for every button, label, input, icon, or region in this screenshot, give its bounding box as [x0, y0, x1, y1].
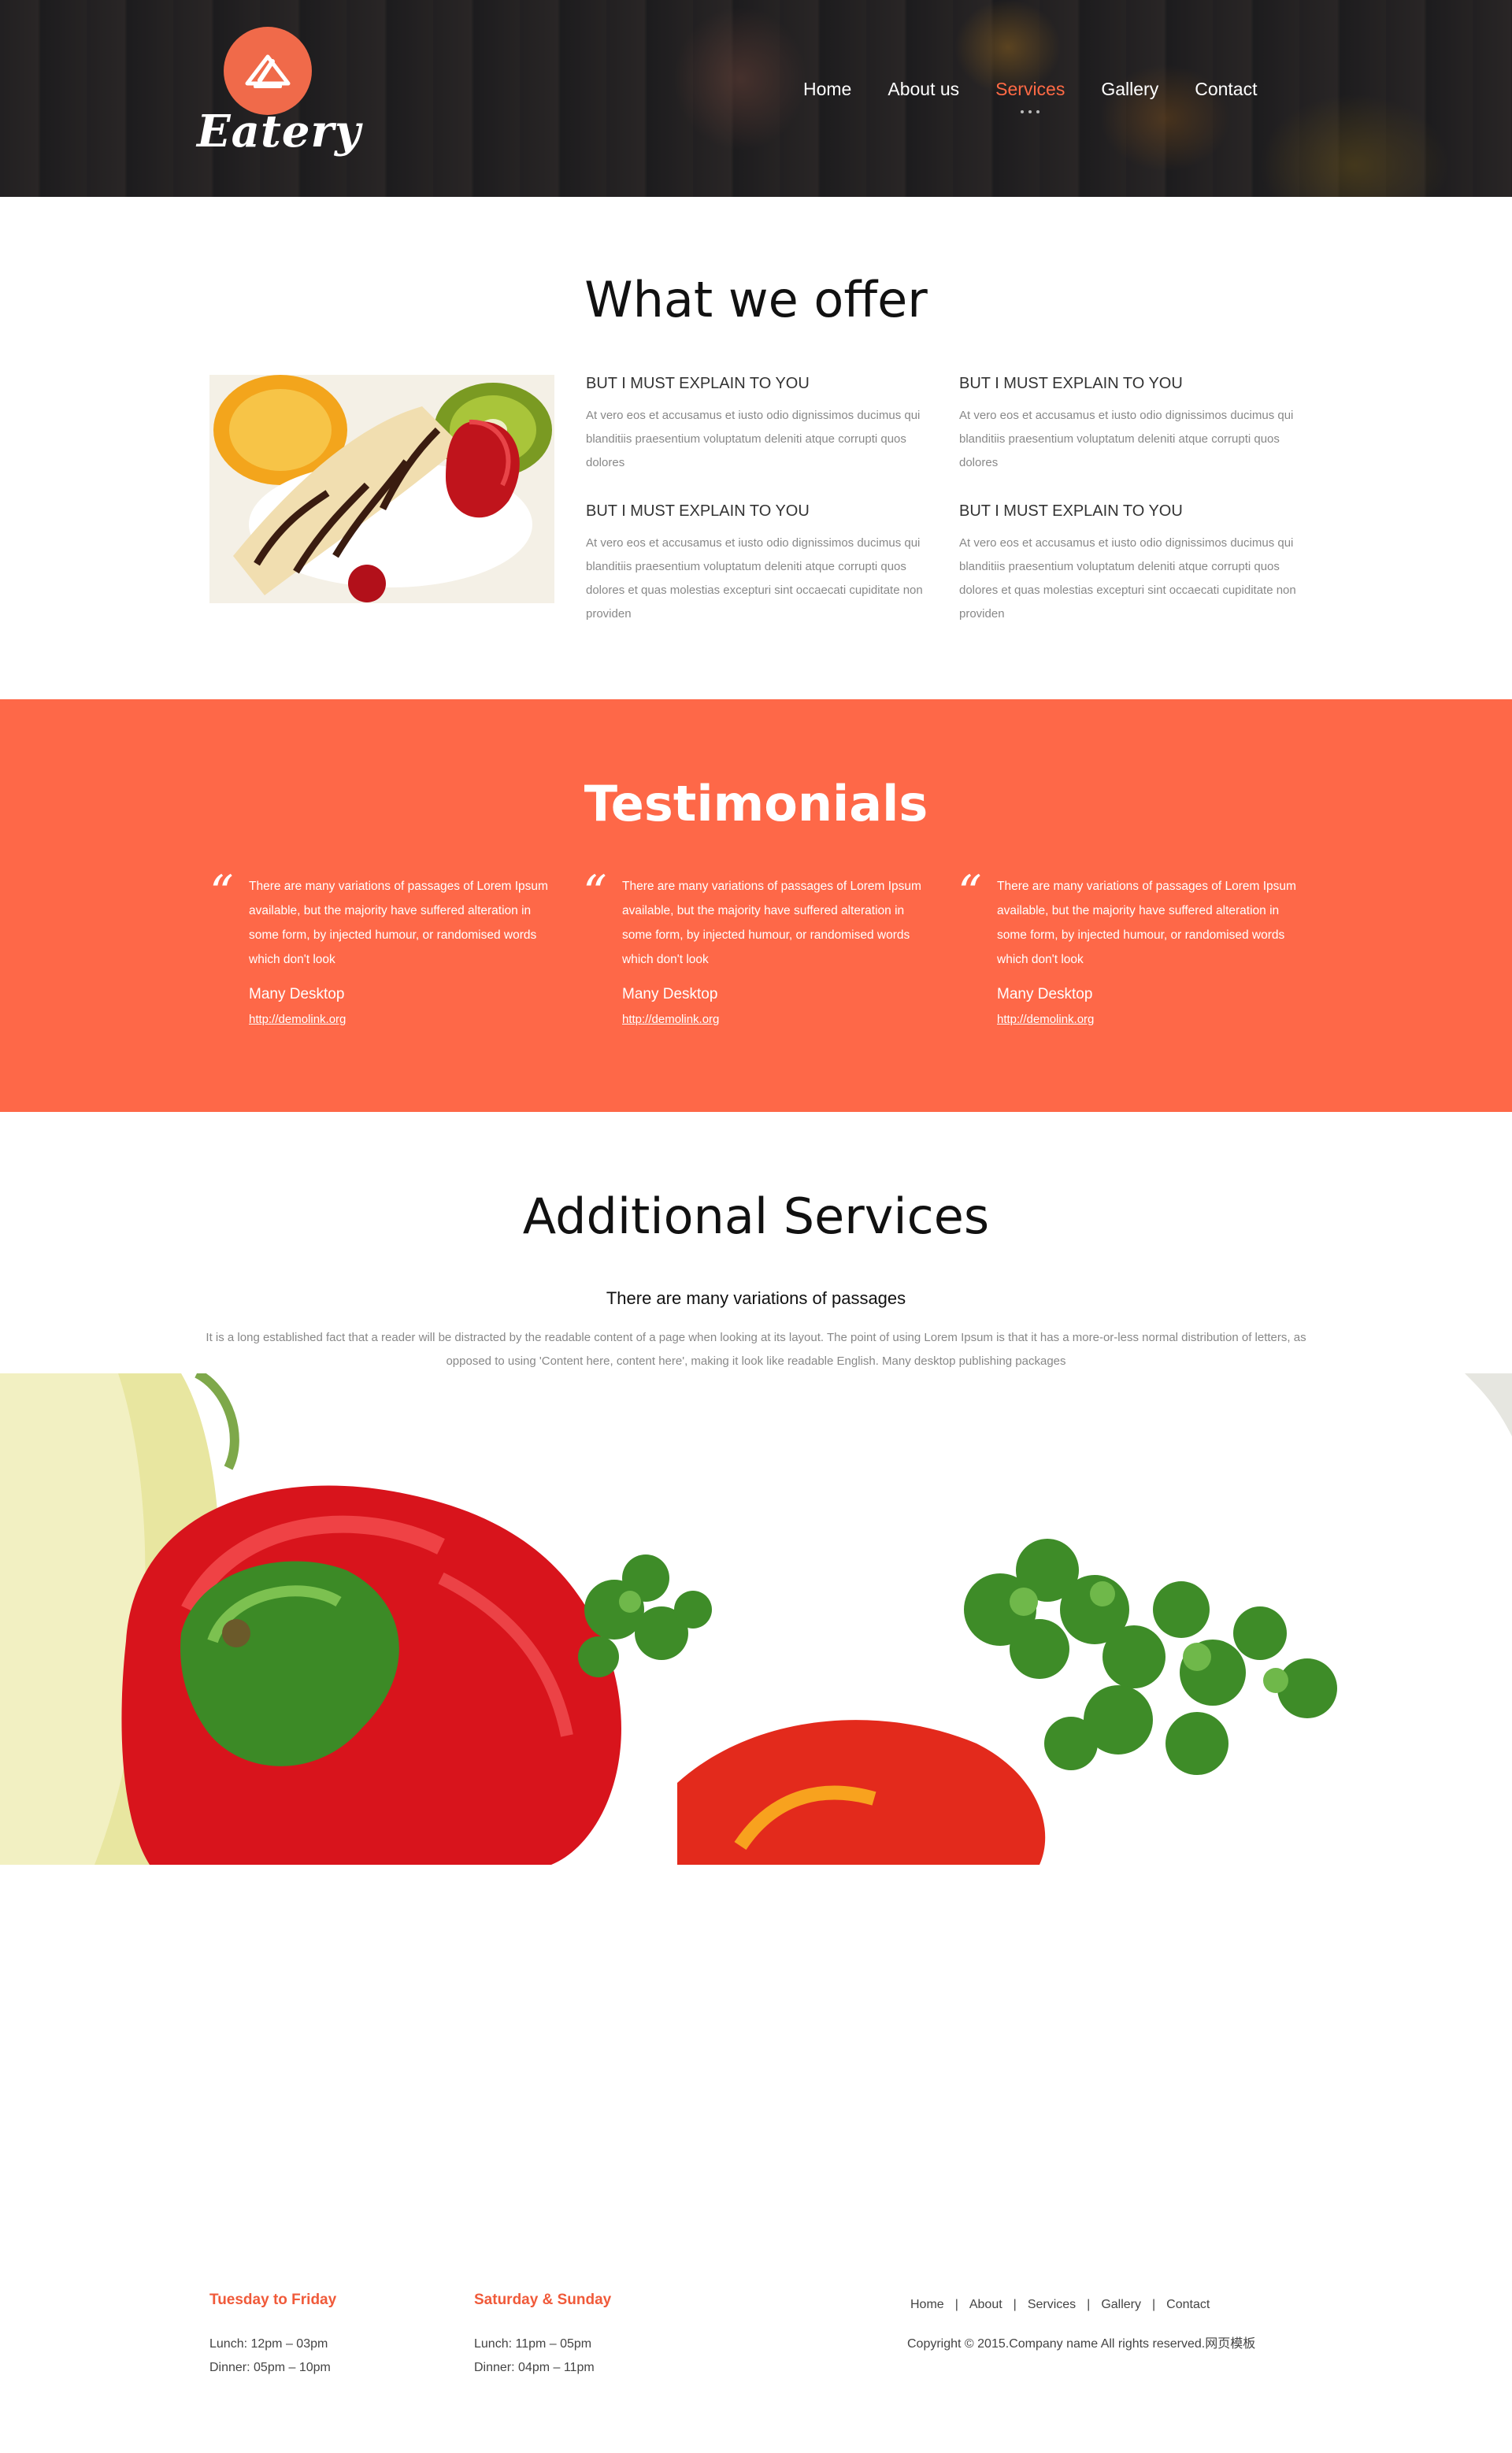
offer-item-text: At vero eos et accusamus et iusto odio d…	[959, 409, 1294, 469]
offer-item-text: At vero eos et accusamus et iusto odio d…	[586, 536, 923, 621]
hours-lunch: Lunch: 12pm – 03pm	[209, 2337, 328, 2351]
quote-icon: “	[209, 865, 234, 921]
hours-dinner: Dinner: 04pm – 11pm	[474, 2361, 595, 2374]
hours-lunch: Lunch: 11pm – 05pm	[474, 2337, 592, 2351]
additional-services-subtitle: There are many variations of passages	[606, 1288, 906, 1308]
offer-item-heading: BUT I MUST EXPLAIN TO YOU	[586, 502, 810, 520]
footer-nav-services[interactable]: Services	[1028, 2298, 1076, 2312]
offer-item-text: At vero eos et accusamus et iusto odio d…	[959, 536, 1296, 621]
offer-item: BUT I MUST EXPLAIN TO YOU At vero eos et…	[959, 502, 1306, 626]
offer-item: BUT I MUST EXPLAIN TO YOU At vero eos et…	[959, 375, 1306, 475]
vegetables-image	[0, 1373, 1512, 1865]
testimonial-author: Many Desktop	[622, 986, 718, 1002]
additional-services-description: It is a long established fact that a rea…	[206, 1331, 1306, 1368]
nav-home[interactable]: Home	[803, 79, 851, 100]
testimonial-link[interactable]: http://demolink.org	[249, 1013, 346, 1026]
hours-title: Saturday & Sunday	[474, 2292, 612, 2308]
testimonial-author: Many Desktop	[249, 986, 345, 1002]
offer-item-text: At vero eos et accusamus et iusto odio d…	[586, 409, 921, 469]
footer-nav-separator: |	[1152, 2298, 1156, 2311]
footer-nav-separator: |	[954, 2298, 958, 2311]
hours-weekend: Saturday & Sunday Lunch: 11pm – 05pm Din…	[474, 2292, 710, 2380]
footer-nav-separator: |	[1087, 2298, 1091, 2311]
chef-hat-knife-icon	[224, 27, 312, 115]
dessert-image	[209, 375, 554, 603]
copyright-text: Copyright © 2015.Company name All rights…	[907, 2337, 1256, 2351]
additional-services-title: Additional Services	[522, 1188, 990, 1245]
offer-item: BUT I MUST EXPLAIN TO YOU At vero eos et…	[586, 502, 932, 626]
testimonial-text: There are many variations of passages of…	[622, 880, 921, 966]
testimonial-link[interactable]: http://demolink.org	[997, 1013, 1094, 1026]
footer-nav-home[interactable]: Home	[910, 2298, 944, 2312]
hours-title: Tuesday to Friday	[209, 2292, 337, 2308]
testimonial-link[interactable]: http://demolink.org	[622, 1013, 719, 1026]
testimonial-text: There are many variations of passages of…	[997, 880, 1296, 966]
offer-item: BUT I MUST EXPLAIN TO YOU At vero eos et…	[586, 375, 932, 475]
quote-icon: “	[583, 865, 607, 921]
footer-nav-contact[interactable]: Contact	[1166, 2298, 1210, 2312]
testimonials-section: Testimonials “ There are many variations…	[0, 699, 1512, 1112]
testimonial-text: There are many variations of passages of…	[249, 880, 548, 966]
offer-title: What we offer	[584, 271, 928, 328]
hours-weekday: Tuesday to Friday Lunch: 12pm – 03pm Din…	[209, 2292, 446, 2380]
nav-gallery[interactable]: Gallery	[1101, 79, 1158, 100]
footer-nav-separator: |	[1013, 2298, 1017, 2311]
offer-item-heading: BUT I MUST EXPLAIN TO YOU	[586, 375, 810, 392]
nav-services-label: Services	[995, 79, 1065, 99]
testimonial-author: Many Desktop	[997, 986, 1093, 1002]
footer-nav-gallery[interactable]: Gallery	[1101, 2298, 1141, 2312]
logo[interactable]: Eatery	[197, 27, 361, 169]
hours-dinner: Dinner: 05pm – 10pm	[209, 2361, 331, 2374]
dots-indicator-icon	[1021, 110, 1040, 113]
offer-item-heading: BUT I MUST EXPLAIN TO YOU	[959, 502, 1183, 520]
testimonials-title: Testimonials	[584, 775, 928, 832]
nav-services[interactable]: Services	[995, 79, 1065, 113]
site-header: Eatery Home About us Services Gallery Co…	[0, 0, 1512, 197]
logo-text: Eatery	[197, 106, 361, 157]
nav-about-us[interactable]: About us	[888, 79, 959, 100]
footer-nav: Home | About | Services | Gallery | Cont…	[910, 2298, 1210, 2312]
quote-icon: “	[958, 865, 982, 921]
nav-contact[interactable]: Contact	[1195, 79, 1257, 100]
main-nav: Home About us Services Gallery Contact	[803, 79, 1293, 113]
offer-item-heading: BUT I MUST EXPLAIN TO YOU	[959, 375, 1183, 392]
footer-nav-about[interactable]: About	[969, 2298, 1002, 2312]
